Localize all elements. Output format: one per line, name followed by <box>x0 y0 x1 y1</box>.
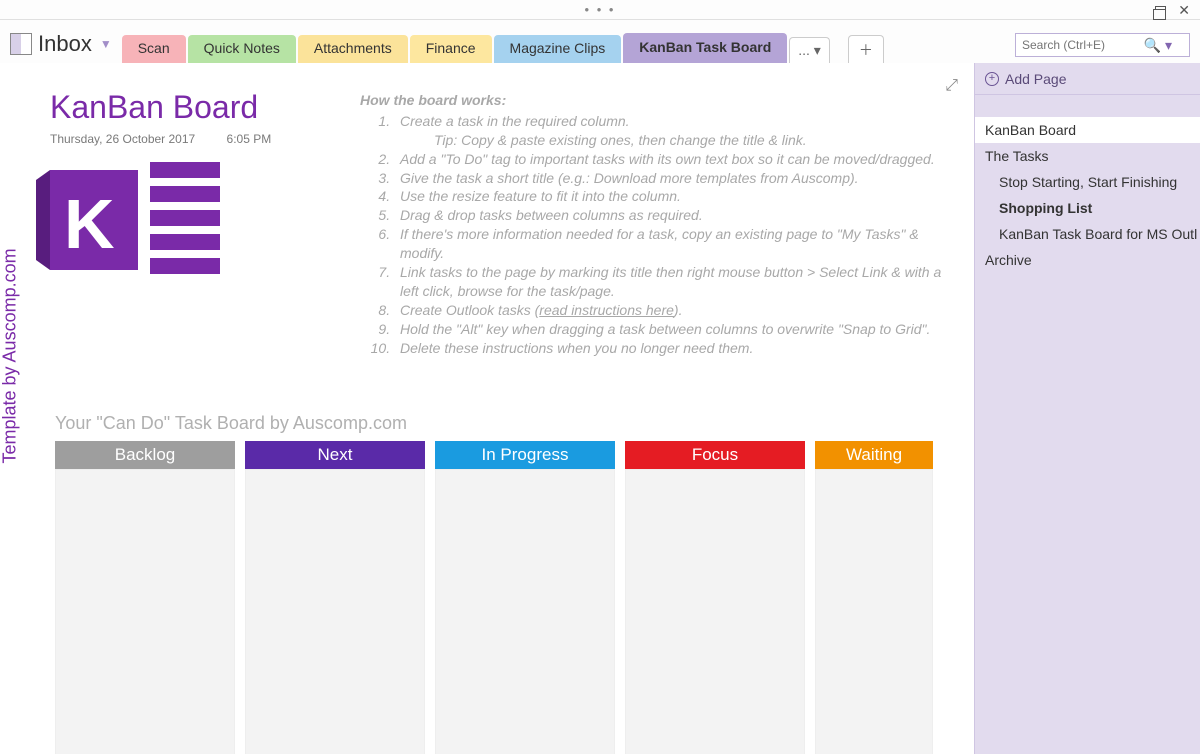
kanban-column[interactable]: Next <box>245 441 425 754</box>
page-list-item[interactable]: KanBan Task Board for MS Outl <box>975 221 1200 247</box>
title-bar: • • • ✕ <box>0 0 1200 20</box>
instruction-item: Link tasks to the page by marking its ti… <box>394 263 950 301</box>
quick-access-ellipsis[interactable]: • • • <box>585 2 616 17</box>
page-list-item[interactable]: Shopping List <box>975 195 1200 221</box>
instruction-item: Delete these instructions when you no lo… <box>394 339 950 358</box>
instruction-item: Create a task in the required column. <box>394 112 950 131</box>
search-input[interactable] <box>1015 33 1190 57</box>
restore-window-button[interactable] <box>1155 6 1166 15</box>
kanban-column[interactable]: Focus <box>625 441 805 754</box>
page-list-item[interactable]: Archive <box>975 247 1200 273</box>
notebook-label: Inbox <box>38 31 92 57</box>
instruction-item: Create Outlook tasks (read instructions … <box>394 301 950 320</box>
kanban-column-header: In Progress <box>435 441 615 469</box>
page-date: Thursday, 26 October 2017 <box>50 132 195 146</box>
section-tab[interactable]: Magazine Clips <box>494 35 622 63</box>
kanban-column-body[interactable] <box>245 469 425 754</box>
kanban-column[interactable]: Backlog <box>55 441 235 754</box>
kanban-column-header: Focus <box>625 441 805 469</box>
page-list-item[interactable]: Stop Starting, Start Finishing <box>975 169 1200 195</box>
kanban-board: Backlog Next In Progress Focus Waiting <box>55 441 933 754</box>
instruction-item: Add a "To Do" tag to important tasks wit… <box>394 150 950 169</box>
page-canvas[interactable]: ⤢ Template by Auscomp.com KanBan Board T… <box>0 63 974 754</box>
page-list-item[interactable]: The Tasks <box>975 143 1200 169</box>
add-page-label: Add Page <box>1005 71 1067 87</box>
chevron-down-icon: ▼ <box>100 37 112 51</box>
tab-overflow-button[interactable]: ... ▾ <box>789 37 830 63</box>
instructions-block[interactable]: How the board works: Create a task in th… <box>360 91 950 357</box>
kanban-column[interactable]: In Progress <box>435 441 615 754</box>
kanban-column-body[interactable] <box>625 469 805 754</box>
page-list: KanBan BoardThe TasksStop Starting, Star… <box>975 117 1200 273</box>
kanban-column-body[interactable] <box>55 469 235 754</box>
kanban-column[interactable]: Waiting <box>815 441 933 754</box>
page-time: 6:05 PM <box>227 132 272 146</box>
kanban-column-header: Next <box>245 441 425 469</box>
section-tab[interactable]: KanBan Task Board <box>623 33 787 63</box>
search-wrapper: 🔍 ▾ <box>1015 33 1190 57</box>
kanban-column-header: Waiting <box>815 441 933 469</box>
board-subtitle: Your "Can Do" Task Board by Auscomp.com <box>55 413 407 434</box>
page-list-panel: + Add Page KanBan BoardThe TasksStop Sta… <box>974 63 1200 754</box>
section-tab[interactable]: Finance <box>410 35 492 63</box>
section-tab[interactable]: Quick Notes <box>188 35 296 63</box>
instruction-tip: Tip: Copy & paste existing ones, then ch… <box>434 131 950 150</box>
kanban-column-body[interactable] <box>815 469 933 754</box>
instruction-item: Give the task a short title (e.g.: Downl… <box>394 169 950 188</box>
section-tab-bar: Inbox ▼ ScanQuick NotesAttachmentsFinanc… <box>0 20 1200 63</box>
notebook-dropdown[interactable]: Inbox ▼ <box>10 31 122 63</box>
plus-icon: + <box>985 72 999 86</box>
instruction-item: Hold the "Alt" key when dragging a task … <box>394 320 950 339</box>
section-tab[interactable]: Attachments <box>298 35 408 63</box>
onenote-k-logo: K <box>50 162 190 282</box>
instructions-heading: How the board works: <box>360 91 950 110</box>
kanban-column-body[interactable] <box>435 469 615 754</box>
template-credit: Template by Auscomp.com <box>0 248 21 463</box>
notebook-icon <box>10 33 32 55</box>
add-section-button[interactable]: ＋ <box>848 35 884 63</box>
instruction-item: If there's more information needed for a… <box>394 225 950 263</box>
kanban-column-header: Backlog <box>55 441 235 469</box>
close-window-button[interactable]: ✕ <box>1178 2 1192 19</box>
section-tab[interactable]: Scan <box>122 35 186 63</box>
instruction-item: Drag & drop tasks between columns as req… <box>394 206 950 225</box>
page-list-item[interactable]: KanBan Board <box>975 117 1200 143</box>
add-page-button[interactable]: + Add Page <box>975 63 1200 95</box>
instruction-item: Use the resize feature to fit it into th… <box>394 187 950 206</box>
